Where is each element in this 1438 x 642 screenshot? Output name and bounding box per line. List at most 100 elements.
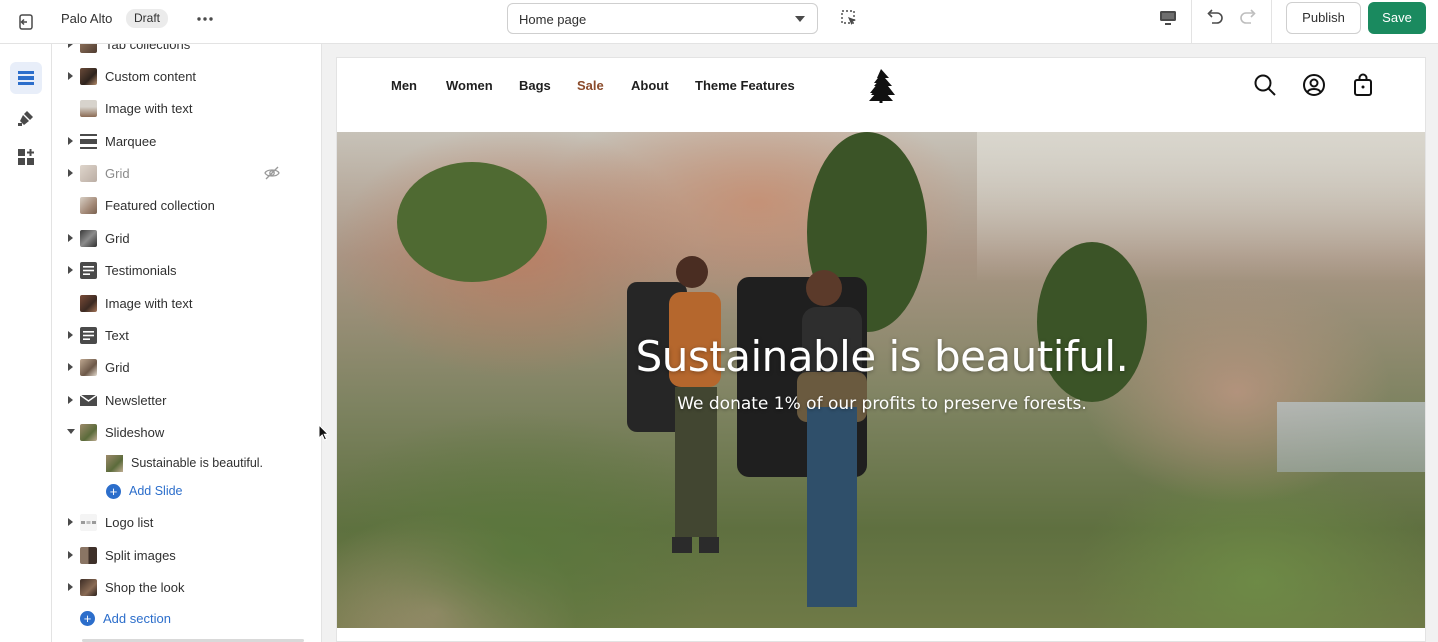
exit-editor-button[interactable] (12, 8, 40, 36)
app-embeds-tab[interactable] (10, 141, 42, 173)
exit-icon (19, 14, 33, 30)
section-label: Newsletter (105, 393, 167, 408)
publish-button[interactable]: Publish (1286, 2, 1361, 34)
section-label: Split images (105, 548, 176, 563)
inspector-button[interactable] (838, 6, 860, 30)
section-item[interactable]: Split images (52, 540, 321, 570)
section-item-expanded[interactable]: Slideshow (52, 417, 321, 447)
section-label: Tab collections (105, 44, 191, 52)
add-section-button[interactable]: + Add section (80, 608, 220, 630)
divider (1191, 0, 1192, 44)
section-thumbnail (80, 295, 97, 312)
add-section-label: Add section (103, 611, 171, 626)
chevron-down-icon (795, 16, 805, 22)
block-thumbnail (106, 455, 123, 472)
section-item[interactable]: Marquee (52, 126, 321, 156)
chevron-right-icon (68, 44, 73, 48)
plus-circle-icon: + (80, 611, 95, 626)
section-item[interactable]: Image with text (52, 93, 321, 123)
storefront-preview: Men Women Bags Sale About Theme Features (336, 57, 1426, 642)
section-label: Grid (105, 360, 130, 375)
chevron-right-icon (68, 396, 73, 404)
section-item[interactable]: Testimonials (52, 255, 321, 285)
theme-settings-tab[interactable] (10, 102, 42, 134)
store-header: Men Women Bags Sale About Theme Features (337, 58, 1425, 132)
section-item[interactable]: Logo list (52, 507, 321, 537)
desktop-view-button[interactable] (1156, 6, 1180, 30)
add-slide-button[interactable]: + Add Slide (106, 481, 226, 503)
chevron-right-icon (68, 551, 73, 559)
redo-icon (1240, 9, 1256, 24)
save-button[interactable]: Save (1368, 2, 1426, 34)
section-thumbnail (80, 44, 97, 53)
undo-icon (1207, 9, 1223, 24)
chevron-down-icon (67, 429, 75, 434)
eye-slash-icon[interactable] (264, 165, 280, 181)
hero-subtitle: We donate 1% of our profits to preserve … (677, 394, 1087, 414)
section-item[interactable]: Image with text (52, 288, 321, 318)
nav-link-women[interactable]: Women (446, 78, 493, 93)
marquee-icon (80, 133, 97, 150)
nav-link-about[interactable]: About (631, 78, 669, 93)
envelope-icon (80, 392, 97, 409)
chevron-right-icon (68, 518, 73, 526)
block-item[interactable]: Sustainable is beautiful. (52, 450, 321, 476)
editor-rail (0, 44, 52, 642)
sections-sidebar: Tab collections Custom content Image wit… (52, 44, 322, 642)
text-block-icon (80, 262, 97, 279)
search-icon[interactable] (1253, 73, 1277, 97)
section-label: Image with text (105, 101, 193, 116)
status-badge: Draft (126, 9, 169, 28)
nav-link-men[interactable]: Men (391, 78, 417, 93)
page-selector-value: Home page (519, 12, 587, 27)
add-slide-label: Add Slide (129, 484, 183, 498)
chevron-right-icon (68, 583, 73, 591)
chevron-right-icon (68, 363, 73, 371)
section-label: Logo list (105, 515, 154, 530)
hero-tree (397, 162, 547, 282)
select-element-icon (841, 10, 856, 25)
chevron-right-icon (68, 137, 73, 145)
section-thumbnail (80, 579, 97, 596)
page-selector[interactable]: Home page (507, 3, 818, 34)
sections-tab[interactable] (10, 62, 42, 94)
more-actions-button[interactable] (192, 8, 218, 30)
section-label: Text (105, 328, 129, 343)
section-item[interactable]: Grid (52, 223, 321, 253)
section-label: Grid (105, 166, 130, 181)
desktop-icon (1160, 11, 1176, 25)
section-label: Featured collection (105, 198, 215, 213)
section-item[interactable]: Custom content (52, 61, 321, 91)
section-label: Grid (105, 231, 130, 246)
section-thumbnail (80, 230, 97, 247)
sections-icon (18, 71, 34, 85)
chevron-right-icon (68, 266, 73, 274)
account-icon[interactable] (1302, 73, 1326, 97)
section-thumbnail (80, 68, 97, 85)
hikers-illustration (627, 256, 867, 607)
cart-icon[interactable] (1351, 73, 1375, 97)
tree-logo-icon (869, 69, 895, 103)
undo-button[interactable] (1203, 6, 1227, 30)
section-item[interactable]: Tab collections (52, 44, 321, 59)
store-name: Palo Alto (61, 11, 113, 26)
theme-settings-icon (18, 111, 33, 126)
section-item[interactable]: Text (52, 320, 321, 350)
chevron-right-icon (68, 234, 73, 242)
chevron-right-icon (68, 169, 73, 177)
redo-button[interactable] (1236, 6, 1260, 30)
section-item[interactable]: Featured collection (52, 190, 321, 220)
nav-link-theme-features[interactable]: Theme Features (695, 78, 795, 93)
nav-link-sale[interactable]: Sale (577, 78, 604, 93)
section-item[interactable]: Newsletter (52, 385, 321, 415)
chevron-right-icon (68, 72, 73, 80)
nav-link-bags[interactable]: Bags (519, 78, 551, 93)
ellipsis-icon (197, 17, 213, 21)
slideshow-hero[interactable]: Sustainable is beautiful. We donate 1% o… (337, 132, 1425, 628)
section-item[interactable]: Grid (52, 352, 321, 382)
section-item[interactable]: Grid (52, 158, 321, 188)
section-thumbnail (80, 100, 97, 117)
section-thumbnail (80, 514, 97, 531)
section-item[interactable]: Shop the look (52, 572, 321, 602)
editor-topbar: Palo Alto Draft Home page Publish Save (0, 0, 1438, 44)
